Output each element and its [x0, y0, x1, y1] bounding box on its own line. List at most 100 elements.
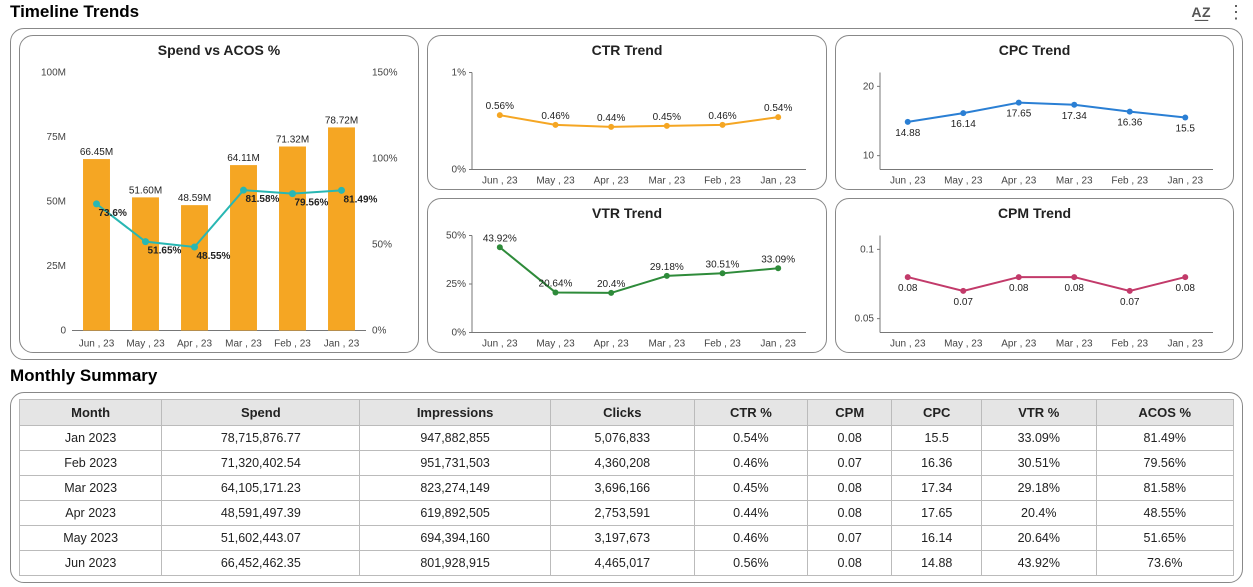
table-row[interactable]: Jun 202366,452,462.35801,928,9154,465,01… — [20, 551, 1234, 576]
svg-text:25M: 25M — [47, 261, 66, 272]
table-header[interactable]: Month — [20, 400, 162, 426]
table-row[interactable]: May 202351,602,443.07694,394,1603,197,67… — [20, 526, 1234, 551]
table-cell: 619,892,505 — [360, 501, 551, 526]
more-options-icon[interactable]: ⋮ — [1227, 7, 1245, 17]
table-cell: 15.5 — [892, 426, 982, 451]
table-cell: Feb 2023 — [20, 451, 162, 476]
svg-text:0.44%: 0.44% — [597, 113, 625, 124]
svg-text:81.49%: 81.49% — [344, 194, 378, 205]
table-cell: 17.65 — [892, 501, 982, 526]
svg-text:51.60M: 51.60M — [129, 185, 162, 196]
table-cell: 29.18% — [982, 476, 1096, 501]
table-cell: 51.65% — [1096, 526, 1234, 551]
svg-text:16.36: 16.36 — [1117, 118, 1142, 129]
spend-acos-title: Spend vs ACOS % — [30, 42, 408, 58]
svg-text:29.18%: 29.18% — [650, 262, 684, 273]
ctr-trend-card[interactable]: CTR Trend 0%1%Jun , 23May , 23Apr , 23Ma… — [427, 35, 827, 190]
table-row[interactable]: Apr 202348,591,497.39619,892,5052,753,59… — [20, 501, 1234, 526]
table-header[interactable]: ACOS % — [1096, 400, 1234, 426]
svg-text:Feb , 23: Feb , 23 — [704, 339, 741, 350]
svg-text:Apr , 23: Apr , 23 — [1001, 176, 1036, 187]
svg-text:0: 0 — [60, 326, 66, 337]
vtr-trend-card[interactable]: VTR Trend 0%25%50%Jun , 23May , 23Apr , … — [427, 198, 827, 353]
svg-text:Apr , 23: Apr , 23 — [1001, 339, 1036, 350]
svg-text:Jan , 23: Jan , 23 — [760, 339, 796, 350]
table-row[interactable]: Feb 202371,320,402.54951,731,5034,360,20… — [20, 451, 1234, 476]
table-cell: 17.34 — [892, 476, 982, 501]
table-cell: 16.36 — [892, 451, 982, 476]
spend-acos-card[interactable]: Spend vs ACOS % 025M50M75M100M0%50%100%1… — [19, 35, 419, 353]
svg-text:0.08: 0.08 — [1176, 283, 1196, 294]
table-cell: 4,465,017 — [550, 551, 694, 576]
table-cell: 694,394,160 — [360, 526, 551, 551]
svg-text:May , 23: May , 23 — [944, 339, 983, 350]
svg-text:Mar , 23: Mar , 23 — [1056, 339, 1093, 350]
table-cell: 48.55% — [1096, 501, 1234, 526]
cpm-trend-title: CPM Trend — [846, 205, 1223, 221]
svg-text:Mar , 23: Mar , 23 — [648, 339, 685, 350]
summary-section-title: Monthly Summary — [10, 366, 157, 386]
table-cell: 801,928,915 — [360, 551, 551, 576]
svg-text:Jan , 23: Jan , 23 — [760, 176, 796, 187]
svg-text:79.56%: 79.56% — [295, 198, 329, 209]
svg-text:10: 10 — [863, 151, 875, 162]
svg-text:Mar , 23: Mar , 23 — [225, 339, 262, 350]
svg-text:51.65%: 51.65% — [148, 246, 182, 257]
table-cell: Jun 2023 — [20, 551, 162, 576]
svg-text:Jun , 23: Jun , 23 — [890, 176, 926, 187]
table-cell: 0.54% — [694, 426, 807, 451]
cpc-trend-card[interactable]: CPC Trend 1020Jun , 23May , 23Apr , 23Ma… — [835, 35, 1234, 190]
table-header[interactable]: VTR % — [982, 400, 1096, 426]
table-header[interactable]: CPM — [808, 400, 892, 426]
table-cell: 71,320,402.54 — [162, 451, 360, 476]
svg-text:73.6%: 73.6% — [99, 208, 127, 219]
table-cell: 0.07 — [808, 451, 892, 476]
ctr-trend-title: CTR Trend — [438, 42, 816, 58]
svg-text:14.88: 14.88 — [895, 128, 920, 139]
table-header[interactable]: Impressions — [360, 400, 551, 426]
sort-az-icon[interactable]: A͟Z — [1191, 4, 1211, 20]
svg-text:Feb , 23: Feb , 23 — [1111, 176, 1148, 187]
table-header[interactable]: CTR % — [694, 400, 807, 426]
table-cell: 0.46% — [694, 526, 807, 551]
table-cell: 48,591,497.39 — [162, 501, 360, 526]
table-cell: 81.58% — [1096, 476, 1234, 501]
table-header[interactable]: CPC — [892, 400, 982, 426]
svg-text:May , 23: May , 23 — [536, 339, 575, 350]
table-cell: May 2023 — [20, 526, 162, 551]
svg-text:Apr , 23: Apr , 23 — [594, 339, 629, 350]
table-header[interactable]: Spend — [162, 400, 360, 426]
svg-text:Jun , 23: Jun , 23 — [482, 176, 518, 187]
svg-text:Mar , 23: Mar , 23 — [648, 176, 685, 187]
svg-text:0.54%: 0.54% — [764, 103, 792, 114]
table-row[interactable]: Mar 202364,105,171.23823,274,1493,696,16… — [20, 476, 1234, 501]
table-cell: 78,715,876.77 — [162, 426, 360, 451]
svg-text:Apr , 23: Apr , 23 — [177, 339, 212, 350]
svg-text:May , 23: May , 23 — [536, 176, 575, 187]
table-cell: 20.64% — [982, 526, 1096, 551]
table-cell: 79.56% — [1096, 451, 1234, 476]
svg-text:Jan , 23: Jan , 23 — [1167, 176, 1203, 187]
svg-text:Feb , 23: Feb , 23 — [274, 339, 311, 350]
table-row[interactable]: Jan 202378,715,876.77947,882,8555,076,83… — [20, 426, 1234, 451]
cpm-trend-card[interactable]: CPM Trend 0.050.1Jun , 23May , 23Apr , 2… — [835, 198, 1234, 353]
svg-text:Mar , 23: Mar , 23 — [1056, 176, 1093, 187]
svg-text:20: 20 — [863, 81, 875, 92]
svg-text:Feb , 23: Feb , 23 — [1111, 339, 1148, 350]
table-header[interactable]: Clicks — [550, 400, 694, 426]
svg-text:0.46%: 0.46% — [708, 111, 736, 122]
table-cell: 30.51% — [982, 451, 1096, 476]
svg-text:17.65: 17.65 — [1006, 109, 1031, 120]
table-cell: 823,274,149 — [360, 476, 551, 501]
svg-text:16.14: 16.14 — [951, 119, 976, 130]
svg-text:0.08: 0.08 — [1009, 283, 1029, 294]
svg-text:50%: 50% — [446, 231, 466, 242]
svg-text:100%: 100% — [372, 154, 398, 165]
table-cell: 5,076,833 — [550, 426, 694, 451]
svg-text:17.34: 17.34 — [1062, 111, 1087, 122]
table-cell: Jan 2023 — [20, 426, 162, 451]
svg-text:0.07: 0.07 — [954, 297, 974, 308]
svg-text:Jun , 23: Jun , 23 — [482, 339, 518, 350]
table-cell: 0.08 — [808, 476, 892, 501]
summary-container: MonthSpendImpressionsClicksCTR %CPMCPCVT… — [10, 392, 1243, 583]
